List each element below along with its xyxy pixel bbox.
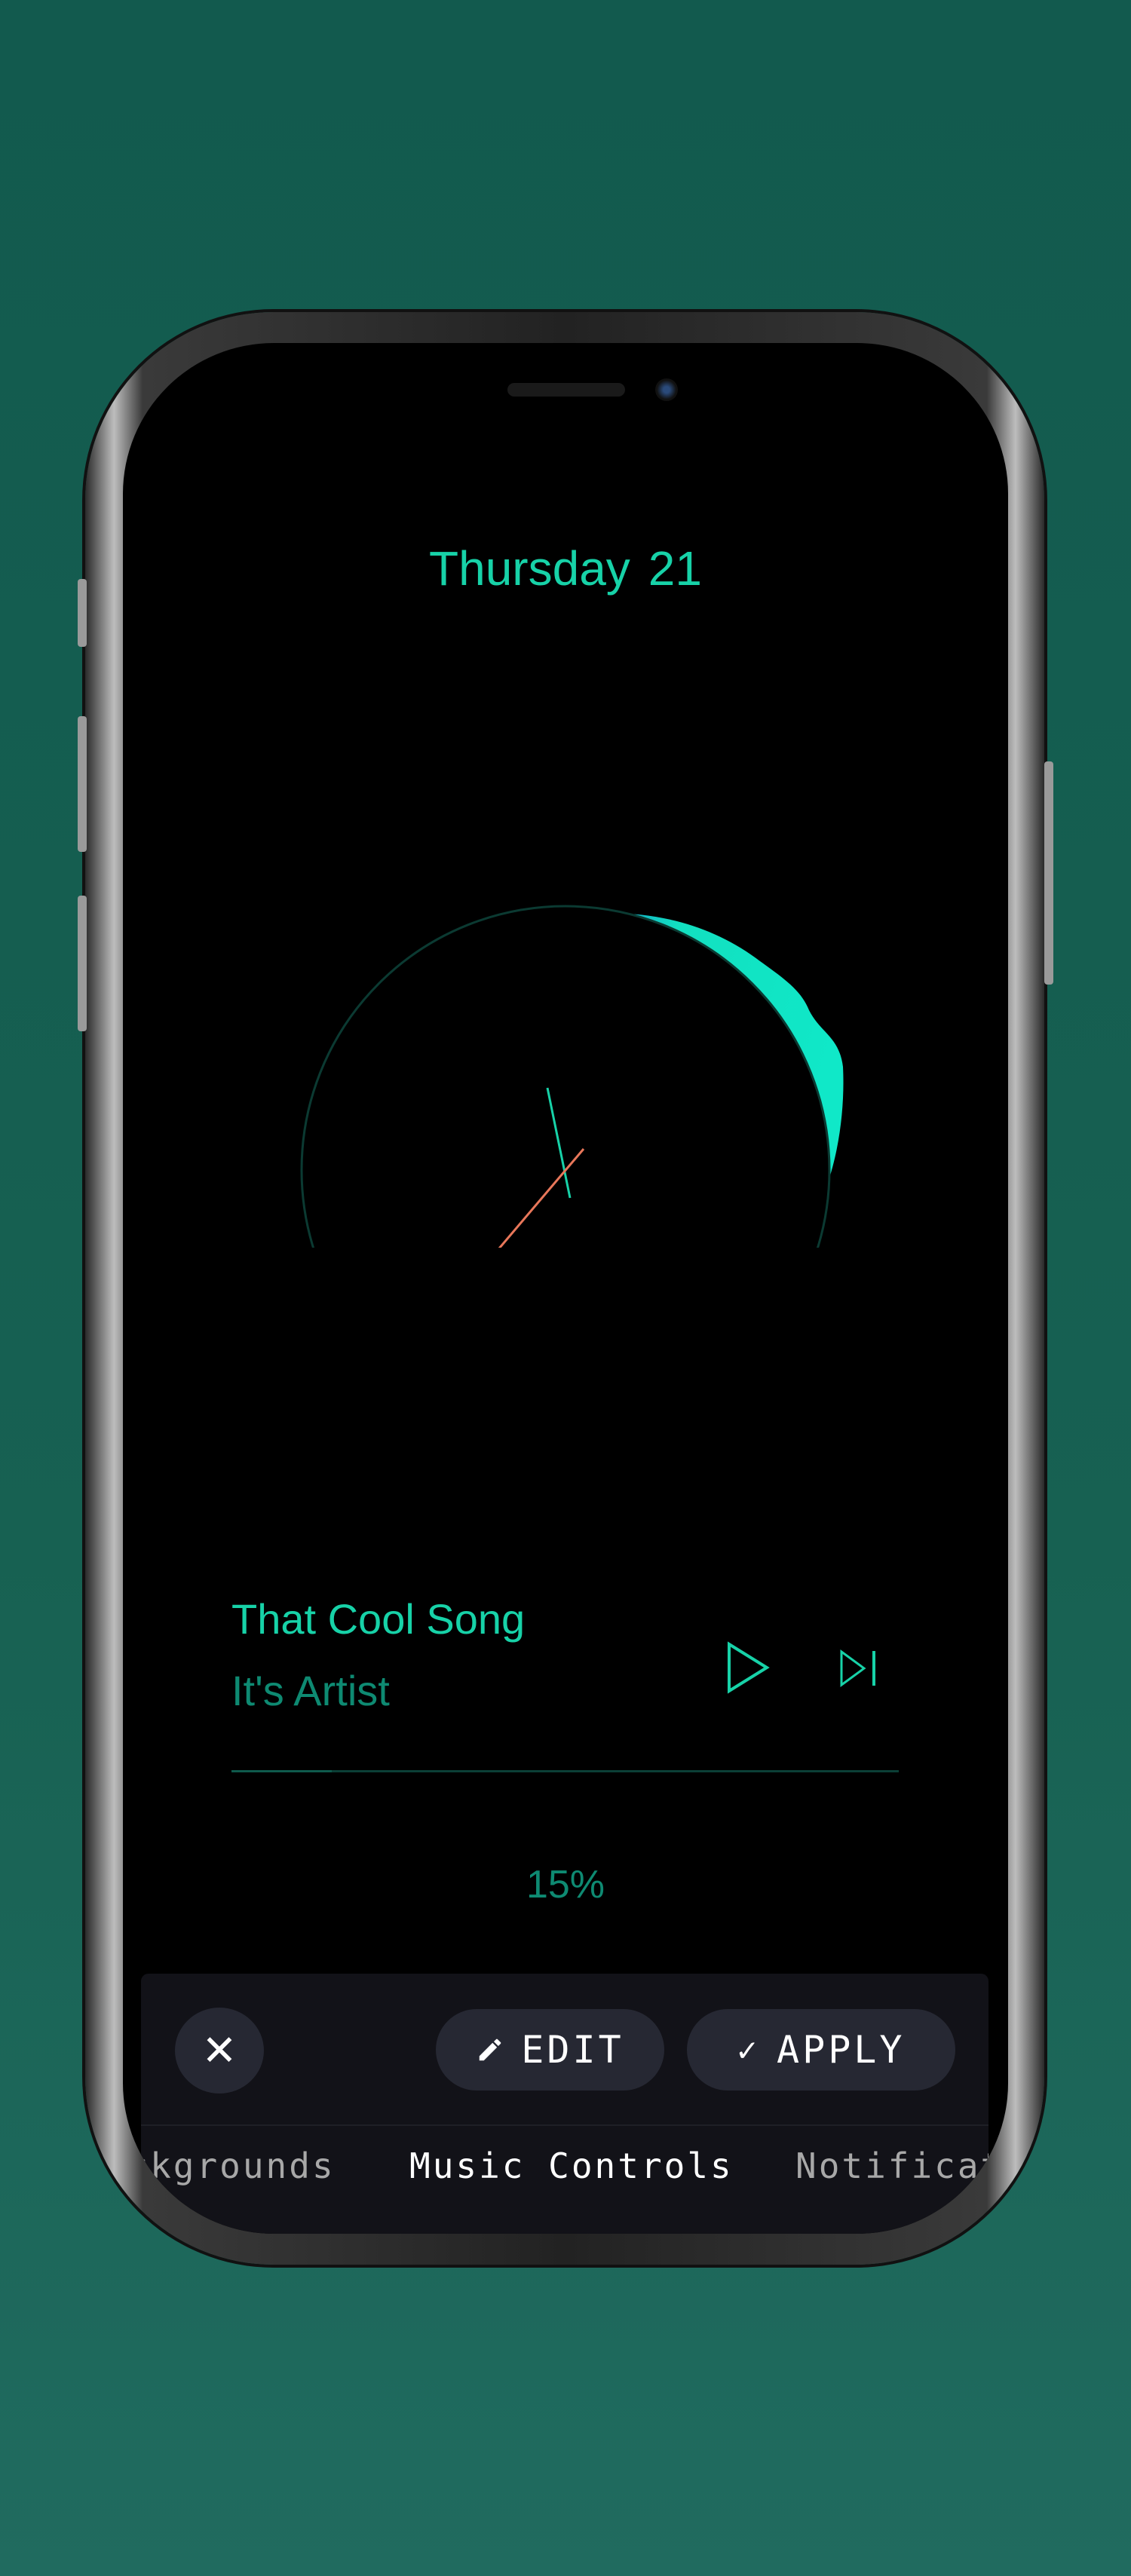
- tab-notifications[interactable]: Notificat: [795, 2146, 988, 2186]
- panel-divider: [141, 2124, 988, 2126]
- volume-up-button: [78, 716, 87, 852]
- tab-backgrounds[interactable]: Backgrounds: [141, 2146, 336, 2186]
- artist-name: It's Artist: [231, 1667, 390, 1714]
- volume-down-button: [78, 896, 87, 1031]
- progress-bar[interactable]: [231, 1770, 899, 1772]
- customize-panel: ✕ EDIT ✓ APPLY Backgrounds Music Control…: [141, 1974, 988, 2234]
- close-button[interactable]: ✕: [175, 2008, 264, 2094]
- edit-button[interactable]: EDIT: [436, 2009, 664, 2091]
- pencil-icon: [480, 2038, 501, 2061]
- phone-screen: Thursday 21 That Cool Song It's Artist 15…: [123, 343, 1008, 2234]
- category-tabs: Backgrounds Music Controls Notificat: [141, 2146, 988, 2206]
- play-icon[interactable]: [726, 1641, 771, 1694]
- visualizer-clock: [300, 905, 844, 1248]
- power-button: [1044, 761, 1053, 985]
- progress-percent: 15%: [526, 1863, 605, 1907]
- tab-music-controls[interactable]: Music Controls: [409, 2146, 734, 2186]
- song-title: That Cool Song: [231, 1595, 526, 1643]
- progress-fill: [231, 1770, 332, 1772]
- close-icon: ✕: [201, 2026, 238, 2074]
- skip-next-icon[interactable]: [839, 1649, 878, 1688]
- apply-label: APPLY: [776, 2028, 906, 2072]
- edit-label: EDIT: [521, 2028, 624, 2072]
- check-icon: ✓: [737, 2030, 760, 2069]
- apply-button[interactable]: ✓ APPLY: [687, 2009, 955, 2091]
- mute-switch: [78, 579, 87, 647]
